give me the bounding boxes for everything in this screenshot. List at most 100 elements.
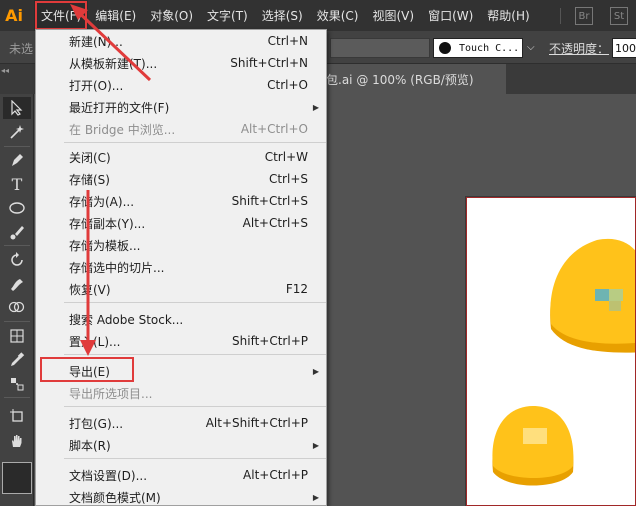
toolbar-divider [4,146,30,147]
menu-separator [64,354,326,355]
menu-object[interactable]: 对象(O) [143,0,200,31]
menu-item-shortcut: Ctrl+W [264,150,308,164]
menu-item-label: 最近打开的文件(F) [69,100,170,115]
artboard-tool-icon[interactable] [3,405,31,427]
shape-builder-icon[interactable] [3,297,31,319]
menu-item-label: 存储(S) [69,172,110,187]
menu-item-new-from-template[interactable]: 从模板新建(T)... Shift+Ctrl+N [36,52,326,74]
menu-item-shortcut: Alt+Ctrl+O [240,122,308,136]
menu-separator [64,406,326,407]
toolbar-divider [4,321,30,322]
document-tab[interactable]: 包.ai @ 100% (RGB/预览) [296,64,506,94]
selection-tool-icon[interactable] [3,97,31,119]
mesh-tool-icon[interactable] [3,325,31,347]
menu-item-label: 从模板新建(T)... [69,56,158,71]
brush-dot-icon [439,42,451,54]
menu-item-new[interactable]: 新建(N)... Ctrl+N [36,30,326,52]
menu-item-shortcut: Alt+Ctrl+P [243,468,308,482]
menu-item-search-stock[interactable]: 搜索 Adobe Stock... [36,308,326,330]
blend-tool-icon[interactable] [3,373,31,395]
type-tool-icon[interactable]: T [3,173,31,195]
menu-edit[interactable]: 编辑(E) [88,0,143,31]
bridge-button[interactable]: Br [575,7,593,25]
menu-item-close[interactable]: 关闭(C) Ctrl+W [36,146,326,168]
menu-item-shortcut: Ctrl+S [268,172,308,186]
brush-tool-icon[interactable] [3,221,31,243]
hand-tool-icon[interactable] [3,430,31,452]
menu-item-save-slices[interactable]: 存储选中的切片... [36,256,326,278]
file-menu-dropdown: 新建(N)... Ctrl+N 从模板新建(T)... Shift+Ctrl+N… [35,29,327,506]
menu-item-label: 存储副本(Y)... [69,216,146,231]
stock-button[interactable]: St [610,7,628,25]
brush-selector[interactable]: Touch C... [433,38,523,58]
menu-bar: Ai 文件(F) 编辑(E) 对象(O) 文字(T) 选择(S) 效果(C) 视… [0,0,636,31]
menu-item-label: 存储为(A)... [69,194,135,209]
toolbar-divider [4,245,30,246]
menu-item-package[interactable]: 打包(G)... Alt+Shift+Ctrl+P [36,412,326,434]
stroke-field[interactable] [330,38,430,58]
menu-item-label: 新建(N)... [69,34,123,49]
menu-item-save-copy[interactable]: 存储副本(Y)... Alt+Ctrl+S [36,212,326,234]
menu-item-label: 存储选中的切片... [69,260,165,275]
menu-item-label: 在 Bridge 中浏览... [69,122,176,137]
brush-name: Touch C... [459,42,520,54]
menu-item-shortcut: Alt+Shift+Ctrl+P [205,416,308,430]
menu-item-open[interactable]: 打开(O)... Ctrl+O [36,74,326,96]
menu-separator [64,458,326,459]
menu-item-label: 搜索 Adobe Stock... [69,312,184,327]
ellipse-tool-icon[interactable] [3,197,31,219]
menu-item-label: 恢复(V) [69,282,111,297]
menu-window[interactable]: 窗口(W) [421,0,480,31]
artboard[interactable] [465,196,636,506]
menu-item-place[interactable]: 置入(L)... Shift+Ctrl+P [36,330,326,352]
menu-item-document-setup[interactable]: 文档设置(D)... Alt+Ctrl+P [36,464,326,486]
menu-item-browse-bridge[interactable]: 在 Bridge 中浏览... Alt+Ctrl+O [36,118,326,140]
warp-tool-icon[interactable] [3,273,31,295]
menu-item-scripts[interactable]: 脚本(R) ▶ [36,434,326,456]
menu-item-revert[interactable]: 恢复(V) F12 [36,278,326,300]
menu-item-shortcut: Ctrl+N [267,34,308,48]
menu-separator [64,142,326,143]
pen-tool-icon[interactable] [3,149,31,171]
menu-select[interactable]: 选择(S) [255,0,310,31]
fill-color-swatch[interactable] [2,462,32,494]
menu-item-shortcut: Shift+Ctrl+S [231,194,308,208]
opacity-label[interactable]: 不透明度： [549,40,609,57]
menu-view[interactable]: 视图(V) [365,0,421,31]
menu-item-label: 置入(L)... [69,334,121,349]
menu-type[interactable]: 文字(T) [200,0,255,31]
tools-panel: T [0,94,34,506]
menu-item-document-color-mode[interactable]: 文档颜色模式(M) ▶ [36,486,326,506]
magic-wand-icon[interactable] [3,121,31,143]
menu-file[interactable]: 文件(F) [34,0,89,31]
menu-item-label: 打开(O)... [69,78,124,93]
opacity-input[interactable]: 100% [612,38,636,58]
menu-item-export-selection[interactable]: 导出所选项目... [36,382,326,404]
menu-item-save-as[interactable]: 存储为(A)... Shift+Ctrl+S [36,190,326,212]
rotate-tool-icon[interactable] [3,249,31,271]
menu-item-recent-files[interactable]: 最近打开的文件(F) ▶ [36,96,326,118]
menu-item-shortcut: Shift+Ctrl+N [230,56,308,70]
eyedropper-icon[interactable] [3,349,31,371]
app-logo: Ai [5,6,23,25]
yellow-blob-small [492,406,574,486]
triangle-right-icon: ▶ [312,366,319,376]
yellow-blob-large [550,238,635,353]
triangle-right-icon: ▶ [312,492,319,502]
triangle-right-icon: ▶ [312,102,319,112]
panel-collapse-icon[interactable]: ◂◂ [1,66,9,75]
menu-item-save-template[interactable]: 存储为模板... [36,234,326,256]
menu-item-save[interactable]: 存储(S) Ctrl+S [36,168,326,190]
selection-status: 未选 [9,42,34,56]
chevron-down-icon[interactable]: ⌵ [527,42,535,53]
menu-item-label: 打包(G)... [69,416,124,431]
menu-item-shortcut: Alt+Ctrl+S [242,216,308,230]
menu-separator [64,302,326,303]
toolbar-divider [4,397,30,398]
menu-item-label: 存储为模板... [69,238,141,253]
menu-help[interactable]: 帮助(H) [480,0,536,31]
export-highlight-box [40,357,134,382]
menu-effect[interactable]: 效果(C) [310,0,366,31]
menu-item-shortcut: Shift+Ctrl+P [232,334,308,348]
menu-item-label: 文档设置(D)... [69,468,148,483]
